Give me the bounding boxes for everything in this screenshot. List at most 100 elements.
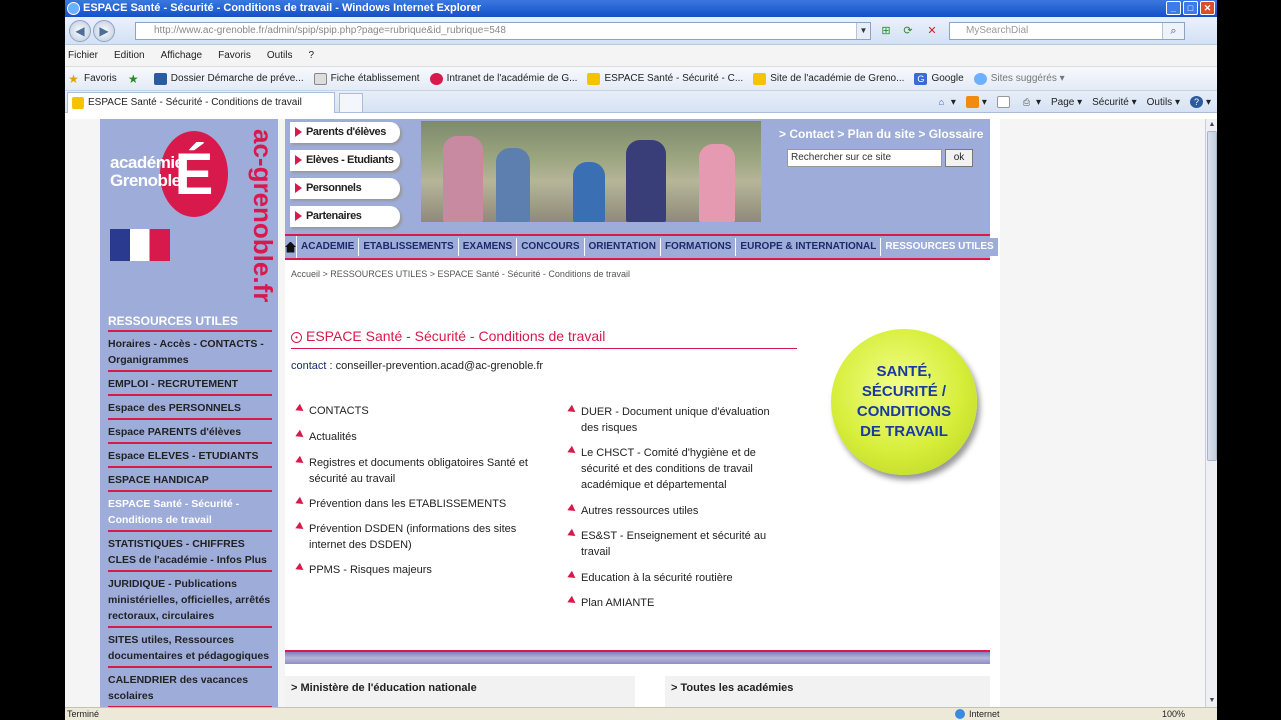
favorite-link-2[interactable]: Fiche établissement [313,67,420,90]
sidebar-item-eleves[interactable]: Espace ELEVES - ETUDIANTS [108,444,272,468]
star-icon: ★ [68,71,79,86]
breadcrumb[interactable]: Accueil > RESSOURCES UTILES > ESPACE San… [291,269,630,279]
nav-academie[interactable]: ACADEMIE [297,238,360,256]
favorite-link-3[interactable]: Intranet de l'académie de G... [429,67,577,90]
page-icon [72,97,84,109]
nav-orientation[interactable]: ORIENTATION [585,238,661,256]
security-menu[interactable]: Sécurité ▾ [1092,97,1136,108]
minimize-button[interactable]: _ [1166,1,1181,15]
search-box[interactable]: MySearchDial ⌕ [949,22,1185,40]
window-title: ESPACE Santé - Sécurité - Conditions de … [83,2,482,14]
sidebar-item-sante[interactable]: ESPACE Santé - Sécurité - Conditions de … [108,492,272,532]
back-button[interactable]: ◀ [69,20,91,42]
scroll-thumb[interactable] [1207,131,1217,461]
sidebar-item-personnels[interactable]: Espace des PERSONNELS [108,396,272,420]
site-search-input[interactable]: Rechercher sur ce site [787,149,942,167]
health-safety-badge[interactable]: SANTÉ, SÉCURITÉ / CONDITIONS DE TRAVAIL [831,329,977,475]
favorite-link-5[interactable]: Site de l'académie de Greno... [753,67,904,90]
favorite-link-google[interactable]: G Google [914,67,964,90]
mail-button[interactable] [996,96,1010,108]
menu-favorites[interactable]: Favoris [218,45,259,66]
nav-etablissements[interactable]: ETABLISSEMENTS [359,238,459,256]
sidebar-item-calendrier[interactable]: CALENDRIER des vacances scolaires [108,668,272,707]
zoom-level[interactable]: 100% [1162,708,1185,720]
tools-menu[interactable]: Outils ▾ [1147,97,1180,108]
help-button[interactable]: ? ▾ [1189,96,1211,108]
security-zone: Internet [955,708,1000,720]
favorites-button[interactable]: ★ Favoris [67,67,117,90]
address-bar[interactable]: http://www.ac-grenoble.fr/admin/spip/spi… [135,22,871,40]
feeds-button[interactable]: ▾ [965,96,987,108]
section-icon: • [291,332,302,343]
sidebar-item-parents[interactable]: Espace PARENTS d'élèves [108,420,272,444]
add-favorite-icon: ★ [127,71,139,86]
link-chsct[interactable]: Le CHSCT - Comité d'hygiène et de sécuri… [567,445,777,493]
sidebar-item-sites[interactable]: SITES utiles, Ressources documentaires e… [108,628,272,668]
rss-icon [965,96,979,108]
sidebar-item-emploi[interactable]: EMPLOI - RECRUTEMENT [108,372,272,396]
forward-button[interactable]: ▶ [93,20,115,42]
tab-active[interactable]: ESPACE Santé - Sécurité - Conditions de … [67,92,335,113]
footer-ministere[interactable]: > Ministère de l'éducation nationale [285,676,635,707]
nav-concours[interactable]: CONCOURS [517,238,585,256]
link-prevention-etab[interactable]: Prévention dans les ETABLISSEMENTS [295,496,545,512]
nav-examens[interactable]: EXAMENS [459,238,518,256]
audience-personnels[interactable]: Personnels [290,178,400,199]
link-prevention-dsden[interactable]: Prévention DSDEN (informations des sites… [295,521,545,553]
search-icon[interactable]: ⌕ [1162,23,1184,39]
page-menu[interactable]: Page ▾ [1051,97,1082,108]
title-bar: ESPACE Santé - Sécurité - Conditions de … [65,0,1217,17]
close-window-button[interactable]: ✕ [1200,1,1215,15]
maximize-button[interactable]: □ [1183,1,1198,15]
sidebar-item-juridique[interactable]: JURIDIQUE - Publications ministérielles,… [108,572,272,628]
link-securite-routiere[interactable]: Education à la sécurité routière [567,570,777,586]
print-button[interactable]: ⎙ ▾ [1020,96,1041,108]
nav-formations[interactable]: FORMATIONS [661,238,737,256]
link-esst[interactable]: ES&ST - Enseignement et sécurité au trav… [567,528,777,560]
link-ppms[interactable]: PPMS - Risques majeurs [295,562,545,578]
add-favorite-button[interactable]: ★ [127,73,144,85]
sidebar-item-handicap[interactable]: ESPACE HANDICAP [108,468,272,492]
vertical-scrollbar[interactable]: ▲ ▼ [1205,119,1217,707]
audience-parents[interactable]: Parents d'élèves [290,122,400,143]
nav-ressources[interactable]: RESSOURCES UTILES [881,238,998,256]
main-content: Parents d'élèves Elèves - Etudiants Pers… [285,119,1000,707]
link-actualites[interactable]: Actualités [295,429,545,445]
link-amiante[interactable]: Plan AMIANTE [567,595,777,611]
favorite-link-1[interactable]: Dossier Démarche de préve... [153,67,304,90]
stop-icon[interactable]: ✕ [923,22,941,40]
audience-partenaires[interactable]: Partenaires [290,206,400,227]
menu-view[interactable]: Affichage [161,45,211,66]
logo-area: É académie Grenoble ac-grenoble.fr [100,119,278,302]
contact-email[interactable]: : conseiller-prevention.acad@ac-grenoble… [330,360,544,372]
menu-help[interactable]: ? [308,45,322,66]
sidebar-item-statistiques[interactable]: STATISTIQUES - CHIFFRES CLES de l'académ… [108,532,272,572]
menu-file[interactable]: Fichier [68,45,106,66]
scroll-down-icon[interactable]: ▼ [1207,696,1217,706]
favorite-link-4[interactable]: ESPACE Santé - Sécurité - C... [587,67,743,90]
header-links[interactable]: > Contact > Plan du site > Glossaire [775,121,990,141]
nav-home[interactable] [285,236,297,258]
menu-edit[interactable]: Edition [114,45,153,66]
link-duer[interactable]: DUER - Document unique d'évaluation des … [567,404,777,436]
address-dropdown-icon[interactable]: ▼ [856,23,870,39]
audience-eleves[interactable]: Elèves - Etudiants [290,150,400,171]
refresh-icon[interactable]: ⟳ [899,22,917,40]
academy-logo[interactable]: académie Grenoble [110,154,184,190]
menu-tools[interactable]: Outils [267,45,301,66]
compat-view-icon[interactable]: ⊞ [877,22,895,40]
scroll-up-icon[interactable]: ▲ [1207,120,1217,130]
header-tools: > Contact > Plan du site > Glossaire Rec… [775,121,990,181]
home-button[interactable]: ⌂ ▾ [935,96,956,108]
photo-figure [699,144,735,222]
suggested-sites[interactable]: Sites suggérés ▾ [973,67,1065,90]
link-autres[interactable]: Autres ressources utiles [567,503,777,519]
republic-logo [110,229,170,261]
link-registres[interactable]: Registres et documents obligatoires Sant… [295,455,545,487]
link-contacts[interactable]: CONTACTS [295,403,545,419]
new-tab-button[interactable] [339,93,363,112]
sidebar-item-contacts[interactable]: Horaires - Accès - CONTACTS - Organigram… [108,332,272,372]
search-ok-button[interactable]: ok [945,149,973,167]
footer-academies[interactable]: > Toutes les académies [665,676,990,707]
nav-europe[interactable]: EUROPE & INTERNATIONAL [736,238,882,256]
